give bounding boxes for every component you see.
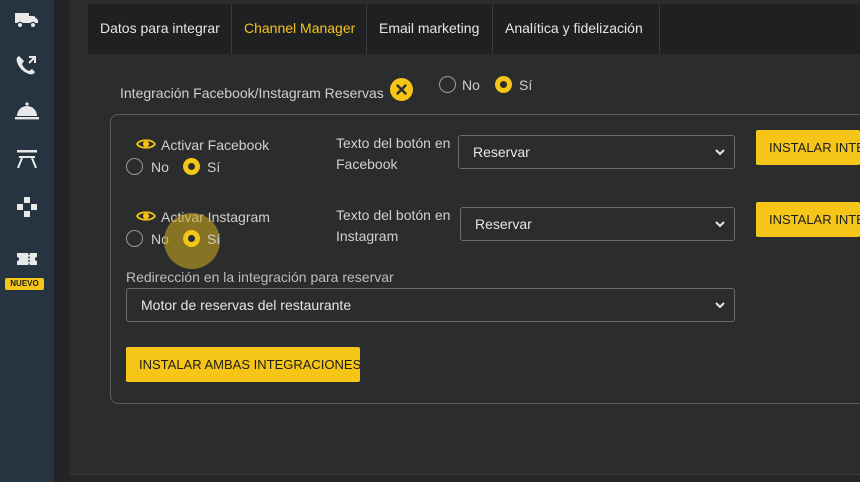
- footer-divider: [70, 474, 860, 482]
- redirect-value: Motor de reservas del restaurante: [141, 297, 352, 313]
- eye-icon: [136, 209, 156, 223]
- tab-analitica-fidelizacion[interactable]: Analítica y fidelización: [493, 4, 660, 54]
- activate-facebook-label: Activar Facebook: [161, 137, 270, 153]
- instagram-yes-label: Sí: [207, 231, 221, 247]
- instagram-button-text-label: Texto del botón en Instagram: [336, 207, 451, 244]
- phone-icon[interactable]: [14, 54, 40, 76]
- tab-channel-manager[interactable]: Channel Manager: [232, 4, 367, 54]
- redirect-select[interactable]: Motor de reservas del restaurante: [126, 288, 735, 322]
- integration-yes-label: Sí: [519, 77, 533, 93]
- facebook-button-text-label: Texto del botón en Facebook: [336, 135, 451, 172]
- instagram-no-radio[interactable]: [126, 230, 143, 247]
- facebook-no-label: No: [151, 159, 169, 175]
- tab-datos-para-integrar[interactable]: Datos para integrar: [88, 4, 232, 54]
- tab-email-marketing[interactable]: Email marketing: [367, 4, 493, 54]
- integration-label: Integración Facebook/Instagram Reservas: [120, 85, 384, 101]
- install-both-button[interactable]: INSTALAR AMBAS INTEGRACIONES: [126, 347, 360, 382]
- instagram-button-text-value: Reservar: [475, 216, 532, 232]
- cloche-icon[interactable]: [14, 100, 40, 122]
- install-facebook-button[interactable]: INSTALAR INTEGRACIÓN FACEBOOK: [756, 130, 860, 165]
- redirect-label: Redirección en la integración para reser…: [126, 269, 394, 285]
- facebook-yes-label: Sí: [207, 159, 221, 175]
- close-icon[interactable]: [390, 78, 413, 101]
- sidebar-edge: [54, 0, 70, 482]
- integration-no-radio[interactable]: [439, 76, 456, 93]
- facebook-yes-radio[interactable]: [183, 158, 200, 175]
- eye-icon: [136, 137, 156, 151]
- chevron-down-icon: [714, 219, 726, 229]
- integration-no-label: No: [462, 77, 480, 93]
- facebook-no-radio[interactable]: [126, 158, 143, 175]
- truck-icon[interactable]: [14, 8, 40, 30]
- install-instagram-button[interactable]: INSTALAR INTEGRACIÓN INSTAGRAM: [756, 202, 860, 237]
- instagram-yes-radio[interactable]: [183, 230, 200, 247]
- table-icon[interactable]: [14, 148, 40, 170]
- instagram-button-text-select[interactable]: Reservar: [460, 207, 735, 241]
- integration-yes-radio[interactable]: [495, 76, 512, 93]
- sidebar: NUEVO: [0, 0, 54, 482]
- chevron-down-icon: [714, 300, 726, 310]
- ticket-icon[interactable]: [14, 248, 40, 270]
- new-badge: NUEVO: [5, 278, 44, 290]
- gamepad-icon[interactable]: [14, 196, 40, 218]
- tab-bar: Datos para integrar Channel Manager Emai…: [88, 4, 860, 54]
- facebook-button-text-select[interactable]: Reservar: [458, 135, 735, 169]
- facebook-button-text-value: Reservar: [473, 144, 530, 160]
- chevron-down-icon: [714, 147, 726, 157]
